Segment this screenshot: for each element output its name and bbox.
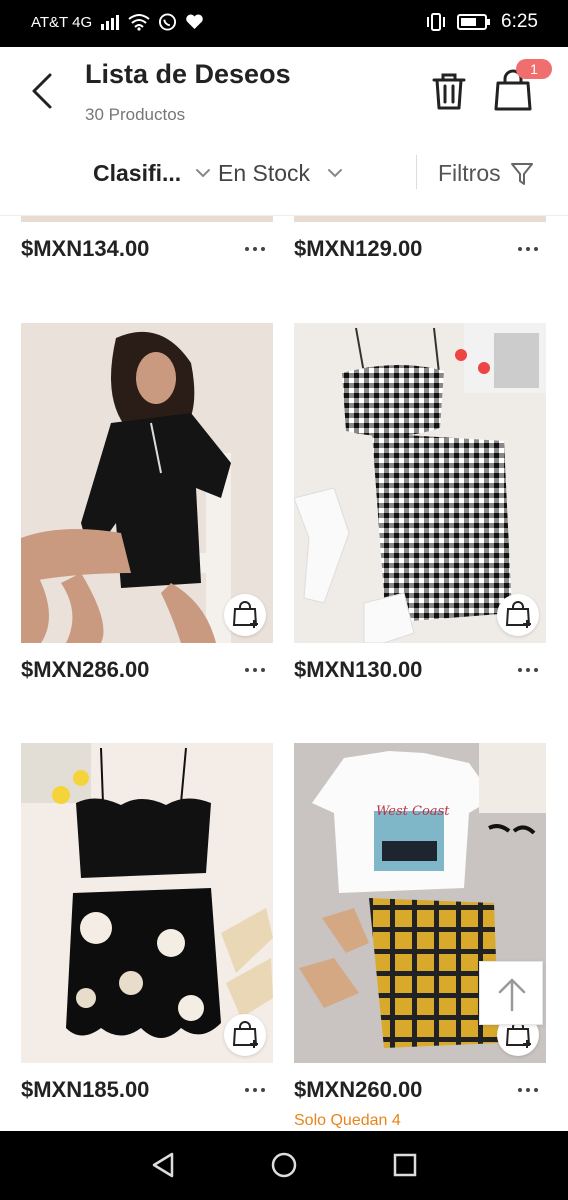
- whatsapp-icon: [159, 13, 177, 31]
- product-price: $MXN134.00: [21, 236, 150, 261]
- more-options-icon[interactable]: [243, 244, 267, 254]
- stock-dropdown[interactable]: En Stock: [218, 160, 310, 187]
- product-image[interactable]: [21, 216, 273, 222]
- nav-back-icon[interactable]: [150, 1151, 176, 1179]
- product-card[interactable]: $MXN129.00: [294, 216, 546, 276]
- battery-icon: [457, 14, 491, 30]
- more-options-icon[interactable]: [516, 665, 540, 675]
- product-count: 30 Productos: [85, 105, 186, 124]
- page-title: Lista de Deseos: [85, 59, 291, 89]
- product-card[interactable]: West Coast $MXN260.00 Solo Quedan 4: [294, 743, 546, 1133]
- product-price: $MXN260.00: [294, 1077, 423, 1102]
- status-bar: AT&T 4G 6:25: [0, 0, 568, 47]
- product-card[interactable]: $MXN130.00: [294, 323, 546, 693]
- product-price: $MXN129.00: [294, 236, 423, 261]
- heart-icon: [186, 14, 203, 29]
- clock: 6:25: [501, 11, 538, 32]
- product-card[interactable]: $MXN185.00: [21, 743, 273, 1113]
- bag-plus-icon: [232, 1021, 258, 1048]
- svg-text:West Coast: West Coast: [376, 804, 450, 819]
- bag-plus-icon: [232, 601, 258, 628]
- carrier-label: AT&T 4G: [31, 13, 93, 31]
- add-to-bag-button[interactable]: [224, 594, 266, 636]
- low-stock-label: Solo Quedan 4: [294, 1112, 401, 1129]
- trash-icon[interactable]: [430, 71, 468, 111]
- product-card[interactable]: $MXN134.00: [21, 216, 273, 276]
- bag-plus-icon: [505, 601, 531, 628]
- system-nav-bar: [0, 1131, 568, 1200]
- more-options-icon[interactable]: [243, 1085, 267, 1095]
- product-price: $MXN286.00: [21, 657, 150, 682]
- sort-dropdown[interactable]: Clasifi...: [93, 160, 181, 187]
- nav-recents-icon[interactable]: [392, 1152, 418, 1178]
- more-options-icon[interactable]: [516, 1085, 540, 1095]
- vibrate-icon: [427, 13, 446, 31]
- filter-bar: Clasifi... En Stock Filtros: [0, 137, 568, 215]
- signal-icon: [101, 15, 120, 30]
- scroll-to-top-button[interactable]: [479, 961, 543, 1025]
- product-image[interactable]: [294, 216, 546, 222]
- product-price: $MXN130.00: [294, 657, 423, 682]
- filters-button[interactable]: Filtros: [438, 160, 501, 187]
- funnel-icon[interactable]: [510, 161, 534, 187]
- more-options-icon[interactable]: [516, 244, 540, 254]
- app-header: Lista de Deseos 30 Productos 1: [0, 47, 568, 137]
- wifi-icon: [128, 14, 150, 31]
- arrow-up-icon: [498, 978, 526, 1012]
- product-card[interactable]: $MXN286.00: [21, 323, 273, 693]
- chevron-down-icon[interactable]: [194, 164, 212, 182]
- divider: [416, 155, 417, 189]
- more-options-icon[interactable]: [243, 665, 267, 675]
- cart-count-badge: 1: [516, 59, 552, 79]
- nav-home-icon[interactable]: [270, 1151, 298, 1179]
- add-to-bag-button[interactable]: [224, 1014, 266, 1056]
- chevron-down-icon[interactable]: [326, 164, 344, 182]
- add-to-bag-button[interactable]: [497, 594, 539, 636]
- back-arrow-icon[interactable]: [24, 69, 60, 113]
- product-price: $MXN185.00: [21, 1077, 150, 1102]
